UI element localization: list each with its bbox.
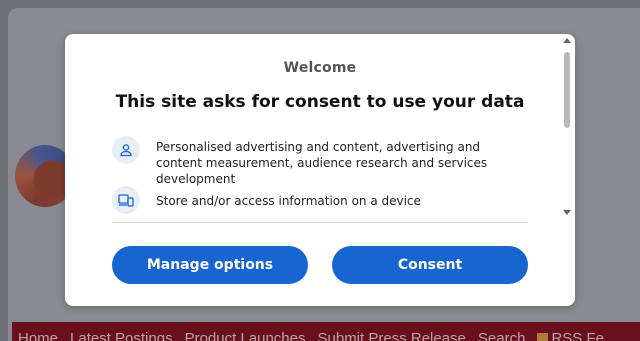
- scroll-down-icon[interactable]: [563, 210, 571, 215]
- scroll-up-icon[interactable]: [563, 38, 571, 43]
- nav-item-home[interactable]: Home: [18, 330, 58, 341]
- purpose-text: Personalised advertising and content, ad…: [156, 140, 488, 186]
- nav-item-submit-press-release[interactable]: Submit Press Release: [318, 330, 466, 341]
- dialog-scrollbar[interactable]: [562, 38, 572, 220]
- rss-icon: [537, 333, 549, 341]
- consent-button[interactable]: Consent: [332, 246, 528, 284]
- dialog-welcome: Welcome: [283, 60, 357, 76]
- nav-item-latest-postings[interactable]: Latest Postings: [70, 330, 173, 341]
- purpose-item: Personalised advertising and content, ad…: [112, 136, 528, 187]
- nav-item-rss-label: RSS Fe: [551, 330, 604, 341]
- scroll-thumb[interactable]: [564, 52, 570, 128]
- purpose-text: Store and/or access information on a dev…: [156, 194, 421, 208]
- nav-item-search[interactable]: Search: [478, 330, 526, 341]
- dialog-headline: This site asks for consent to use your d…: [115, 92, 525, 112]
- divider: [112, 222, 528, 223]
- purpose-item: Store and/or access information on a dev…: [112, 186, 421, 214]
- nav-item-rss[interactable]: RSS Fe: [537, 330, 604, 341]
- manage-options-button[interactable]: Manage options: [112, 246, 308, 284]
- site-navbar: Home Latest Postings Product Launches Su…: [12, 322, 640, 341]
- person-icon: [112, 136, 140, 164]
- nav-item-product-launches[interactable]: Product Launches: [185, 330, 306, 341]
- consent-dialog: Welcome This site asks for consent to us…: [65, 34, 575, 306]
- devices-icon: [112, 186, 140, 214]
